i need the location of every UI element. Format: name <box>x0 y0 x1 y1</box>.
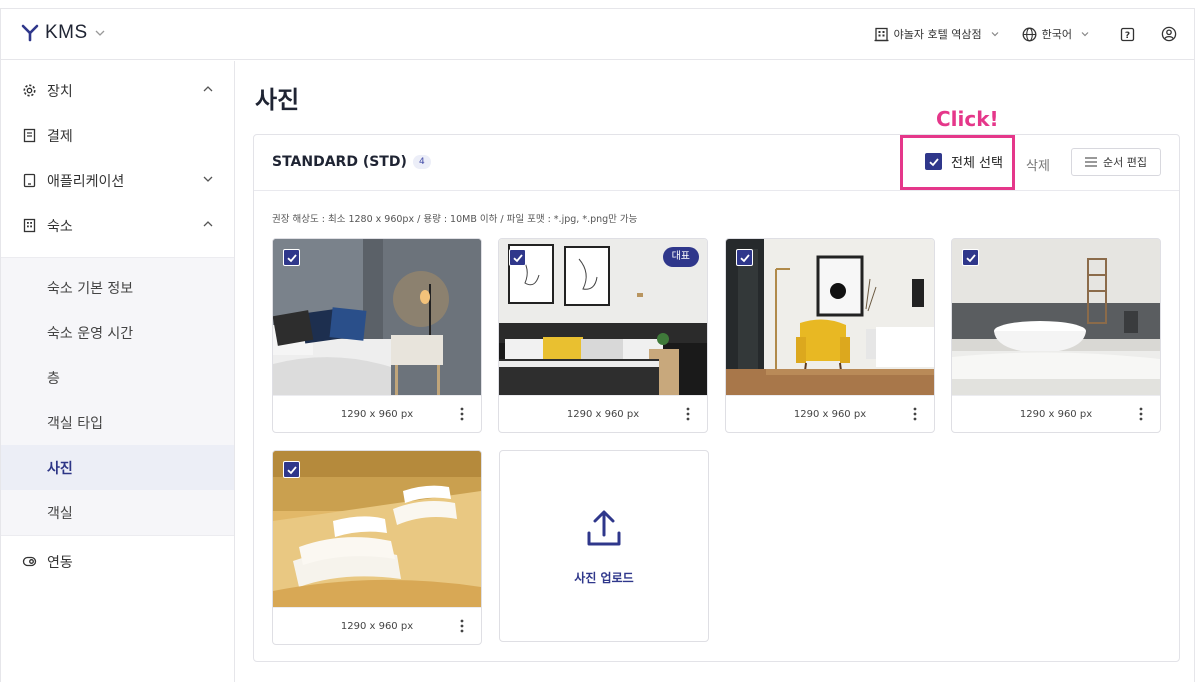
sidebar-item-label: 애플리케이션 <box>47 173 125 190</box>
room-type-title: STANDARD (STD) <box>272 154 407 170</box>
photo-size: 1290 x 960 px <box>566 408 640 420</box>
link-icon <box>21 554 37 570</box>
photo-footer: 1290 x 960 px <box>273 607 481 644</box>
card-title: STANDARD (STD) 4 <box>272 154 431 170</box>
order-edit-button[interactable]: 순서 편집 <box>1071 148 1161 176</box>
photo-card-item[interactable]: 1290 x 960 px <box>725 238 935 433</box>
property-name: 야놀자 호텔 역삼점 <box>893 28 982 41</box>
property-selector[interactable]: 야놀자 호텔 역삼점 <box>874 26 1000 42</box>
chevron-down-icon <box>1081 32 1089 37</box>
help-button[interactable]: ? <box>1116 23 1138 45</box>
sidebar-item-lodging[interactable]: 숙소 <box>1 203 234 248</box>
upload-guideline: 권장 해상도 : 최소 1280 x 960px / 용량 : 10MB 이하 … <box>272 214 638 225</box>
profile-button[interactable] <box>1158 23 1180 45</box>
delete-button[interactable]: 삭제 <box>1026 155 1050 174</box>
svg-text:?: ? <box>1124 31 1129 41</box>
menu-icon <box>1085 157 1097 167</box>
user-icon <box>1161 26 1177 42</box>
more-options-icon[interactable] <box>457 406 467 422</box>
globe-icon <box>1022 27 1037 41</box>
select-all-label: 전체 선택 <box>951 156 1003 171</box>
sidebar-subitem-rooms[interactable]: 객실 <box>1 490 234 535</box>
photo-thumbnail <box>726 239 934 395</box>
representative-badge: 대표 <box>662 247 699 267</box>
photo-thumbnail <box>273 239 481 395</box>
chevron-down-icon <box>991 32 999 37</box>
upload-label: 사진 업로드 <box>574 571 634 585</box>
app-name: KMS <box>45 22 88 43</box>
lodging-submenu: 숙소 기본 정보 숙소 운영 시간 층 객실 타입 사진 객실 <box>1 257 234 536</box>
receipt-icon <box>21 128 37 144</box>
photo-checkbox[interactable] <box>283 461 300 478</box>
sidebar-subitem-basic-info[interactable]: 숙소 기본 정보 <box>1 265 234 310</box>
sidebar-subitem-room-types[interactable]: 객실 타입 <box>1 400 234 445</box>
photo-thumbnail <box>273 451 481 607</box>
sidebar-item-integration[interactable]: 연동 <box>1 539 234 584</box>
photo-checkbox[interactable] <box>736 249 753 266</box>
checkbox-checked-icon <box>925 153 942 170</box>
sidebar: 장치 결제 애플리케이션 숙소 숙소 기본 정보 숙소 운영 시간 층 객실 타… <box>1 61 235 682</box>
language-selector[interactable]: 한국어 <box>1022 26 1090 42</box>
more-options-icon[interactable] <box>910 406 920 422</box>
photo-card-item[interactable]: 대표 1290 x 960 px <box>498 238 708 433</box>
chevron-up-icon <box>203 221 213 227</box>
photo-checkbox[interactable] <box>509 249 526 266</box>
photo-thumbnail: 대표 <box>499 239 707 395</box>
click-annotation: Click! <box>936 107 999 131</box>
chevron-down-icon <box>95 30 105 36</box>
count-badge: 4 <box>412 155 431 169</box>
more-options-icon[interactable] <box>457 618 467 634</box>
more-options-icon[interactable] <box>683 406 693 422</box>
app-switcher[interactable]: KMS <box>21 22 106 44</box>
order-edit-label: 순서 편집 <box>1103 156 1147 169</box>
photo-checkbox[interactable] <box>283 249 300 266</box>
top-header: KMS 야놀자 호텔 역삼점 한국어 ? <box>1 9 1194 60</box>
photo-size: 1290 x 960 px <box>793 408 867 420</box>
photo-thumbnail <box>952 239 1160 395</box>
photo-footer: 1290 x 960 px <box>952 395 1160 432</box>
sidebar-item-payment[interactable]: 결제 <box>1 113 234 158</box>
photo-footer: 1290 x 960 px <box>273 395 481 432</box>
sidebar-item-label: 연동 <box>47 554 73 571</box>
sidebar-item-label: 결제 <box>47 128 73 145</box>
building-icon <box>21 218 37 234</box>
photo-size: 1290 x 960 px <box>340 408 414 420</box>
upload-icon <box>587 510 621 546</box>
sidebar-subitem-floors[interactable]: 층 <box>1 355 234 400</box>
sidebar-subitem-photos[interactable]: 사진 <box>1 445 234 490</box>
photo-footer: 1290 x 960 px <box>726 395 934 432</box>
photo-size: 1290 x 960 px <box>340 620 414 632</box>
photo-checkbox[interactable] <box>962 249 979 266</box>
header-actions: 야놀자 호텔 역삼점 한국어 ? <box>874 23 1180 45</box>
page-title: 사진 <box>255 86 300 114</box>
photo-card-item[interactable]: 1290 x 960 px <box>951 238 1161 433</box>
select-all-checkbox[interactable]: 전체 선택 <box>925 152 1003 171</box>
help-icon: ? <box>1120 27 1134 41</box>
kms-logo-icon <box>21 24 39 42</box>
sidebar-item-label: 숙소 <box>47 218 73 235</box>
photo-card-item[interactable]: 1290 x 960 px <box>272 450 482 645</box>
chevron-down-icon <box>203 176 213 182</box>
sidebar-item-label: 장치 <box>47 83 73 100</box>
sidebar-subitem-operating-hours[interactable]: 숙소 운영 시간 <box>1 310 234 355</box>
chevron-up-icon <box>203 86 213 92</box>
more-options-icon[interactable] <box>1136 406 1146 422</box>
photo-size: 1290 x 960 px <box>1019 408 1093 420</box>
photo-card-item[interactable]: 1290 x 960 px <box>272 238 482 433</box>
tablet-icon <box>21 173 37 189</box>
photo-upload-button[interactable]: 사진 업로드 <box>499 450 709 642</box>
language-label: 한국어 <box>1041 28 1072 41</box>
gear-icon <box>21 83 37 99</box>
sidebar-item-applications[interactable]: 애플리케이션 <box>1 158 234 203</box>
photo-footer: 1290 x 960 px <box>499 395 707 432</box>
building-icon <box>874 27 889 41</box>
sidebar-item-devices[interactable]: 장치 <box>1 68 234 113</box>
